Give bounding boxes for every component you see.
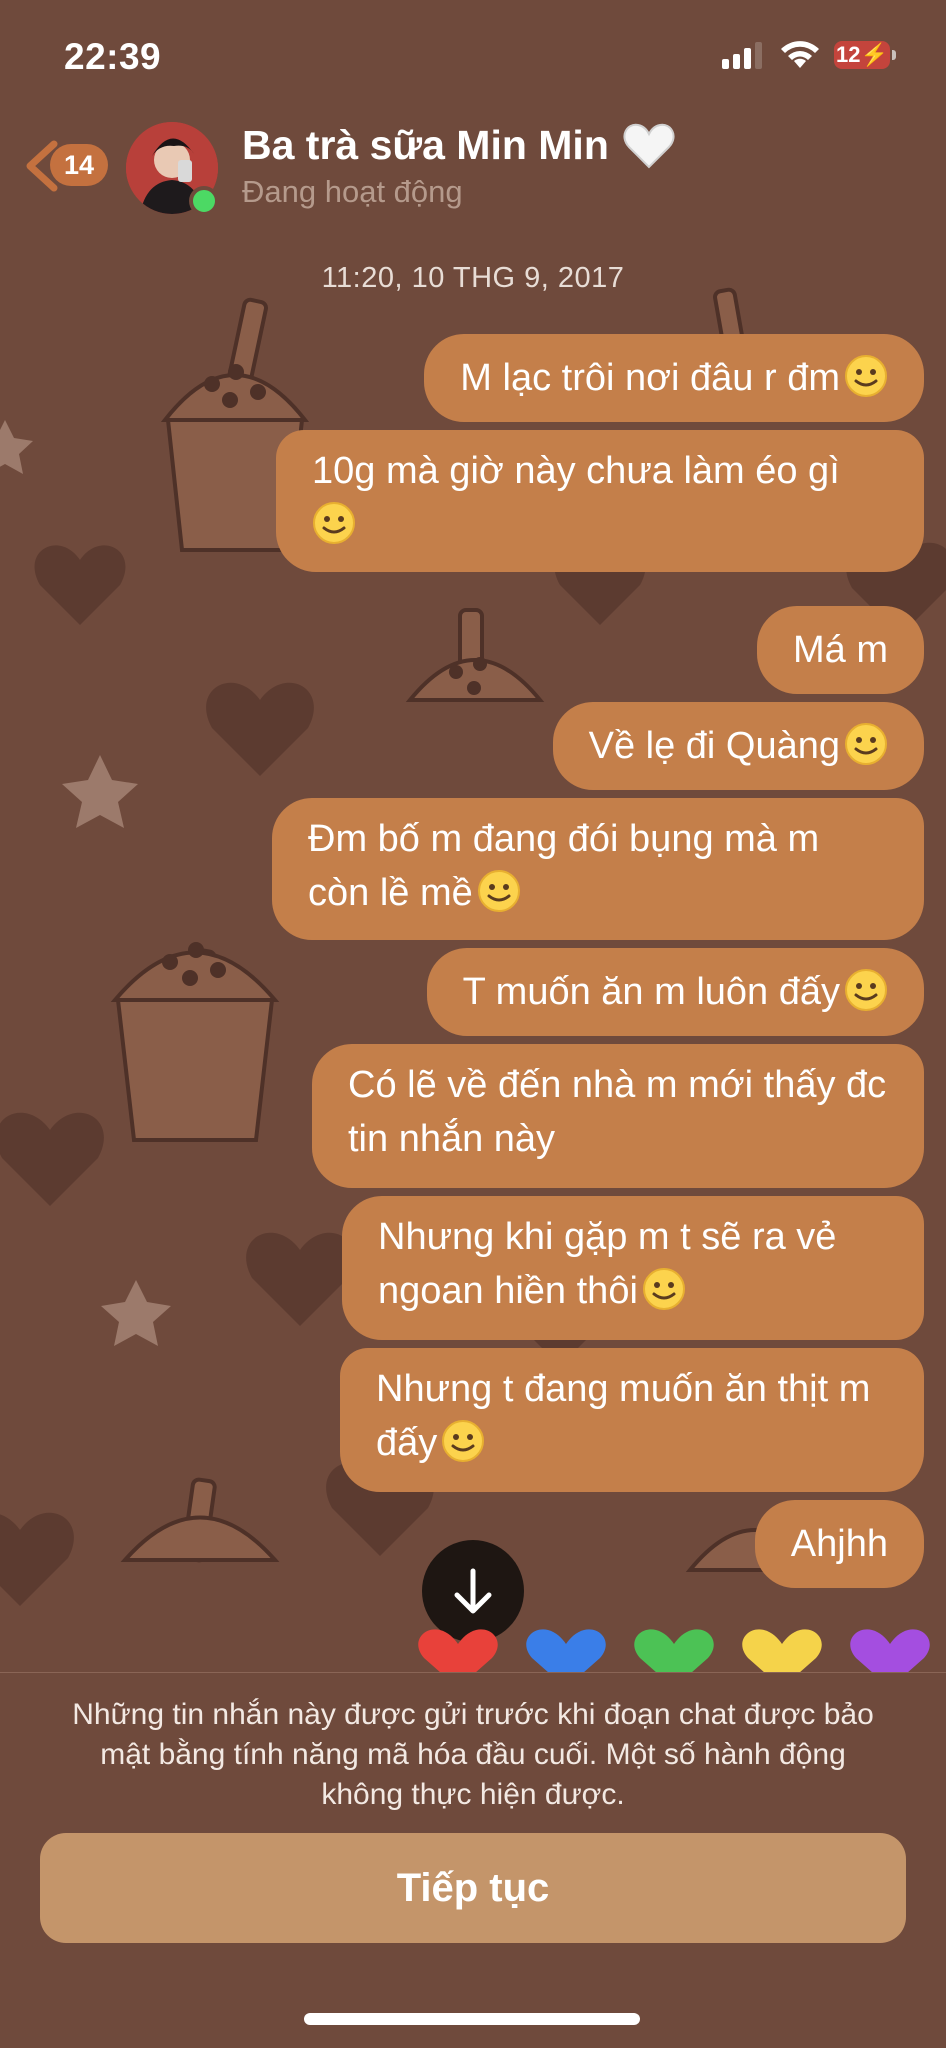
slightly-smiling-face-icon [477, 870, 520, 912]
scroll-to-bottom-button[interactable] [422, 1540, 524, 1642]
status-time: 22:39 [64, 36, 162, 77]
message-bubble[interactable]: M lạc trôi nơi đâu r đm [424, 334, 924, 422]
slightly-smiling-face-icon [845, 723, 887, 765]
message-bubble[interactable]: Nhưng t đang muốn ăn thịt m đấy [340, 1348, 924, 1492]
signal-icon [722, 42, 762, 69]
home-indicator[interactable] [304, 2013, 640, 2025]
online-indicator [189, 186, 219, 216]
slightly-smiling-face-icon [845, 355, 887, 397]
message-bubble[interactable]: T muốn ăn m luôn đấy [426, 948, 924, 1036]
message-text: M lạc trôi nơi đâu r đm [460, 357, 840, 399]
message-text: Về lẹ đi Quàng [588, 725, 840, 767]
message-bubble[interactable]: Về lẹ đi Quàng [552, 702, 924, 790]
unread-count-badge[interactable]: 14 [50, 144, 108, 186]
white-heart-icon [623, 123, 675, 168]
message-text: Đm bố m đang đói bụng mà m còn lề mề [308, 818, 820, 914]
wifi-icon [781, 41, 819, 68]
message-text: Ahjhh [790, 1523, 888, 1565]
contact-name-text: Ba trà sữa Min Min [242, 122, 609, 168]
continue-button[interactable]: Tiếp tục [40, 1833, 906, 1943]
battery-icon: 12 ⚡ [834, 41, 890, 69]
battery-level: 12 [836, 42, 861, 67]
encryption-notice-panel: Những tin nhắn này được gửi trước khi đo… [0, 1672, 946, 2048]
encryption-notice-text: Những tin nhắn này được gửi trước khi đo… [72, 1698, 874, 1811]
charging-bolt-icon: ⚡ [860, 42, 888, 67]
slightly-smiling-face-icon [442, 1420, 485, 1462]
message-text: Má m [793, 629, 888, 671]
status-icons: 12 ⚡ [722, 40, 896, 70]
message-bubble[interactable]: Má m [757, 606, 924, 694]
message-text: Có lẽ về đến nhà m mới thấy đc tin nhắn … [348, 1064, 887, 1160]
contact-status: Đang hoạt động [242, 174, 463, 209]
message-bubble[interactable]: Ahjhh [754, 1500, 924, 1588]
arrow-down-icon [454, 1568, 492, 1614]
message-text: Nhưng khi gặp m t sẽ ra vẻ ngoan hiền th… [378, 1216, 837, 1312]
message-bubble[interactable]: Có lẽ về đến nhà m mới thấy đc tin nhắn … [312, 1044, 924, 1188]
chat-timestamp: 11:20, 10 THG 9, 2017 [321, 262, 625, 294]
chat-screen: 22:39 12 ⚡ 14 Ba trà sữa Min Min Đang ho… [0, 0, 946, 2048]
message-bubble[interactable]: 10g mà giờ này chưa làm éo gì [276, 430, 924, 572]
contact-name[interactable]: Ba trà sữa Min Min [242, 122, 675, 169]
slightly-smiling-face-icon [845, 969, 887, 1011]
message-text: 10g mà giờ này chưa làm éo gì [312, 450, 840, 492]
message-bubble[interactable]: Đm bố m đang đói bụng mà m còn lề mề [272, 798, 924, 940]
slightly-smiling-face-icon [642, 1268, 685, 1310]
slightly-smiling-face-icon [313, 502, 355, 544]
battery-tip [892, 50, 896, 60]
message-text: T muốn ăn m luôn đấy [462, 971, 840, 1013]
message-bubble[interactable]: Nhưng khi gặp m t sẽ ra vẻ ngoan hiền th… [342, 1196, 924, 1340]
